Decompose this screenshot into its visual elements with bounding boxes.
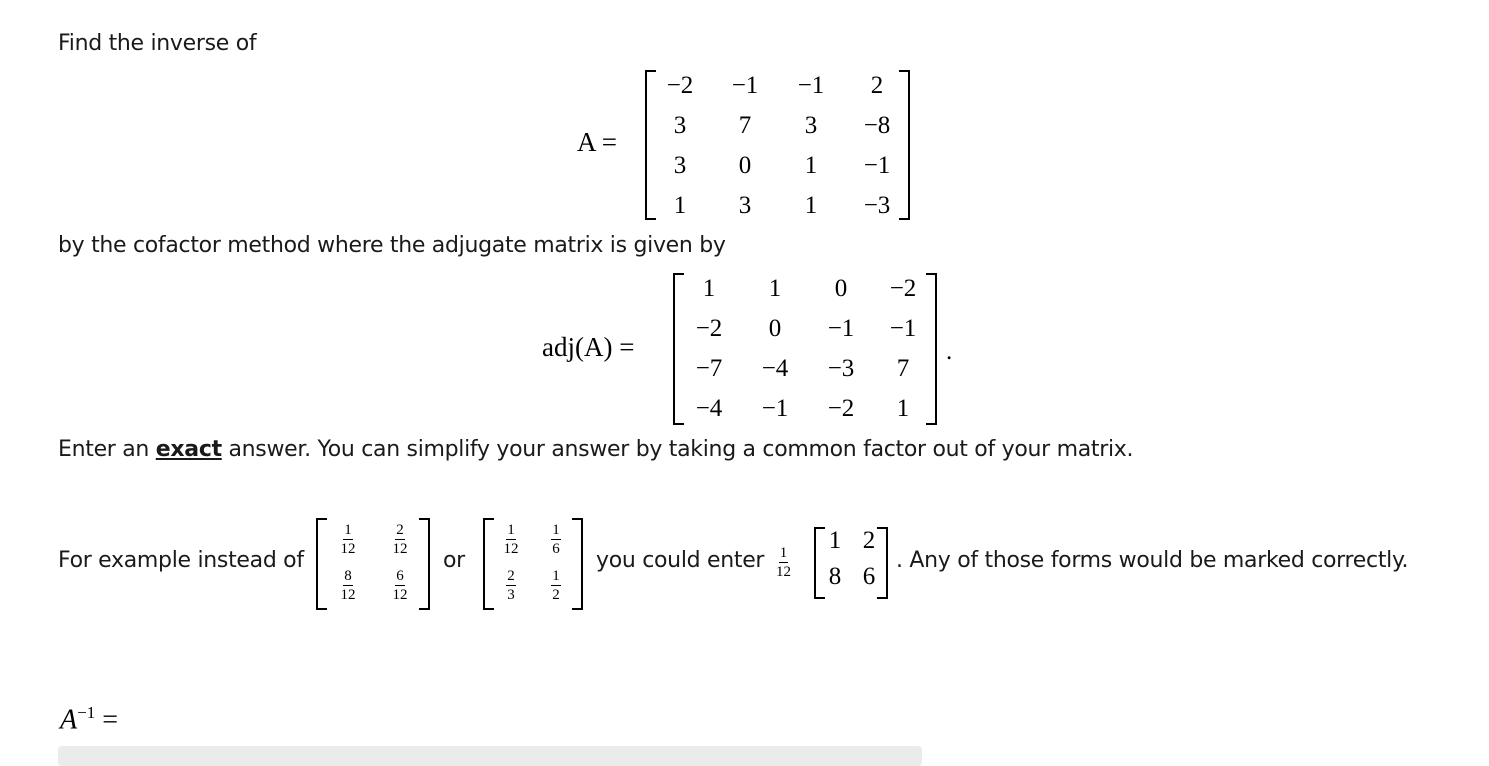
answer-label-base: A bbox=[60, 704, 78, 736]
numerator: 6 bbox=[395, 568, 405, 586]
matrix-cell: 3 bbox=[738, 192, 752, 219]
matrix-cell: −1 bbox=[863, 152, 891, 179]
matrix-cell: −3 bbox=[827, 355, 855, 382]
matrix-cell: −7 bbox=[695, 355, 723, 382]
denominator: 2 bbox=[552, 587, 560, 603]
matrix-cell: 3 bbox=[673, 112, 687, 139]
matrix-a: −2 −1 −1 2 3 7 3 −8 3 0 1 −1 1 3 1 −3 bbox=[645, 70, 910, 220]
matrix-cell: 3 bbox=[673, 152, 687, 179]
matrix-cell: −1 bbox=[797, 72, 825, 99]
numerator: 8 bbox=[343, 568, 353, 586]
right-bracket bbox=[572, 518, 583, 610]
method-text: by the cofactor method where the adjugat… bbox=[58, 233, 726, 258]
example-matrix-2: 1 12 1 6 2 3 1 2 bbox=[483, 518, 583, 610]
matrix-cell: 0 bbox=[768, 315, 782, 342]
adjugate-period: . bbox=[946, 338, 953, 365]
instruction-emphasis: exact bbox=[155, 437, 222, 462]
matrix-cell: −8 bbox=[863, 112, 891, 139]
matrix-cell: 1 bbox=[896, 395, 910, 422]
numerator: 1 bbox=[551, 568, 561, 586]
matrix-cell: 1 bbox=[804, 192, 818, 219]
denominator: 12 bbox=[340, 587, 356, 603]
instruction-pre: Enter an bbox=[58, 437, 156, 462]
matrix-cell: −1 bbox=[889, 315, 917, 342]
matrix-cell: 0 bbox=[738, 152, 752, 179]
matrix-cell: 0 bbox=[834, 275, 848, 302]
fraction-cell: 8 12 bbox=[336, 568, 360, 603]
matrix-cell: 2 bbox=[862, 527, 876, 554]
denominator: 12 bbox=[392, 541, 408, 557]
matrix-cell: 8 bbox=[828, 563, 842, 590]
instruction-text: Enter an exact answer. You can simplify … bbox=[58, 437, 1133, 462]
intro-text: Find the inverse of bbox=[58, 31, 257, 56]
left-bracket bbox=[483, 518, 494, 610]
example-mid: you could enter bbox=[596, 548, 765, 573]
matrix-cell: 6 bbox=[862, 563, 876, 590]
matrix-cell: −1 bbox=[761, 395, 789, 422]
denominator: 12 bbox=[392, 587, 408, 603]
fraction-cell: 2 12 bbox=[388, 522, 412, 557]
matrix-cell: 2 bbox=[870, 72, 884, 99]
left-bracket bbox=[316, 518, 327, 610]
fraction-cell: 23 bbox=[499, 568, 523, 603]
fraction-cell: 12 bbox=[544, 568, 568, 603]
matrix-cell: −1 bbox=[827, 315, 855, 342]
denominator: 12 bbox=[503, 541, 519, 557]
example-pre: For example instead of bbox=[58, 548, 304, 573]
example-matrix-1: 1 12 2 12 8 12 6 12 bbox=[316, 518, 430, 610]
matrix-cell: −1 bbox=[731, 72, 759, 99]
example-matrix-3: 1286 bbox=[814, 527, 888, 599]
example-post: . Any of those forms would be marked cor… bbox=[896, 548, 1409, 573]
example-factor: 1 12 bbox=[776, 545, 791, 580]
answer-label: A−1 = bbox=[60, 703, 118, 736]
denominator: 6 bbox=[552, 541, 560, 557]
matrix-cell: 7 bbox=[738, 112, 752, 139]
adjugate-matrix: 1 1 0 −2 −2 0 −1 −1 −7 −4 −3 7 −4 −1 −2 1 bbox=[673, 273, 937, 425]
factor-numerator: 1 bbox=[778, 545, 789, 563]
numerator: 2 bbox=[395, 522, 405, 540]
matrix-cell: 1 bbox=[702, 275, 716, 302]
fraction-cell: 1 12 bbox=[499, 522, 523, 557]
matrix-cell: −2 bbox=[666, 72, 694, 99]
matrix-cell: 1 bbox=[673, 192, 687, 219]
matrix-cell: 1 bbox=[768, 275, 782, 302]
matrix-cell: −2 bbox=[695, 315, 723, 342]
fraction-cell: 16 bbox=[544, 522, 568, 557]
matrix-cell: 1 bbox=[804, 152, 818, 179]
matrix-cell: −4 bbox=[695, 395, 723, 422]
answer-input[interactable] bbox=[58, 746, 922, 766]
matrix-cell: 1 bbox=[828, 527, 842, 554]
factor-denominator: 12 bbox=[776, 564, 791, 580]
numerator: 1 bbox=[506, 522, 516, 540]
instruction-post: answer. You can simplify your answer by … bbox=[221, 437, 1134, 462]
fraction-cell: 1 12 bbox=[336, 522, 360, 557]
matrix-cell: −2 bbox=[889, 275, 917, 302]
matrix-cell: 3 bbox=[804, 112, 818, 139]
fraction-cell: 6 12 bbox=[388, 568, 412, 603]
matrix-cell: −4 bbox=[761, 355, 789, 382]
matrix-cell: 7 bbox=[896, 355, 910, 382]
numerator: 1 bbox=[343, 522, 353, 540]
answer-label-sup: −1 bbox=[77, 703, 96, 722]
answer-label-eq: = bbox=[102, 704, 118, 736]
adjugate-label: adj(A) = bbox=[542, 332, 635, 362]
denominator: 12 bbox=[340, 541, 356, 557]
numerator: 2 bbox=[506, 568, 516, 586]
numerator: 1 bbox=[551, 522, 561, 540]
right-bracket bbox=[419, 518, 430, 610]
matrix-a-label: A = bbox=[577, 127, 617, 157]
example-or: or bbox=[443, 548, 465, 573]
matrix-cell: −3 bbox=[863, 192, 891, 219]
matrix-cell: −2 bbox=[827, 395, 855, 422]
denominator: 3 bbox=[507, 587, 515, 603]
